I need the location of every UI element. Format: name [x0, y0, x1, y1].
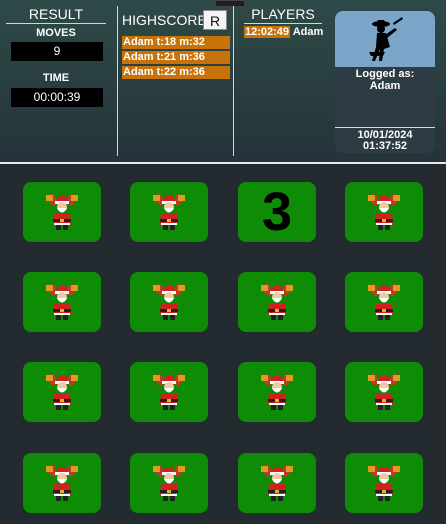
moves-value: 9 [11, 42, 103, 61]
card-number: 3 [238, 182, 316, 242]
memory-card[interactable] [238, 453, 316, 513]
santa-icon [368, 194, 400, 230]
memory-card[interactable] [23, 272, 101, 332]
login-time: 01:37:52 [362, 140, 408, 152]
memory-card[interactable] [130, 272, 208, 332]
revealed-card[interactable]: 3 [238, 182, 316, 242]
login-date: 10/01/2024 [335, 127, 435, 141]
memory-card[interactable] [23, 453, 101, 513]
memory-card[interactable] [345, 453, 423, 513]
santa-icon [261, 465, 293, 501]
memory-card[interactable] [238, 362, 316, 422]
santa-icon [46, 194, 78, 230]
santa-icon [46, 284, 78, 320]
memory-card[interactable] [345, 362, 423, 422]
player-time: 12:02:49 [244, 26, 291, 38]
result-title: RESULT [6, 6, 106, 24]
santa-icon [46, 374, 78, 410]
divider [0, 162, 446, 164]
santa-icon [153, 374, 185, 410]
logged-as-label: Logged as: [355, 68, 415, 80]
memory-card[interactable] [345, 272, 423, 332]
memory-card[interactable] [130, 182, 208, 242]
santa-icon [261, 284, 293, 320]
highscore-entry: Adam t:18 m:32 [122, 36, 230, 49]
memory-card[interactable] [23, 182, 101, 242]
separator [233, 6, 234, 156]
logged-user: Adam [369, 80, 401, 92]
time-value: 00:00:39 [11, 88, 103, 107]
player-entry: 12:02:49 Adam [244, 26, 323, 38]
santa-icon [368, 374, 400, 410]
highscore-entry: Adam t:22 m:36 [122, 66, 230, 79]
separator [117, 6, 118, 156]
time-label: TIME [42, 72, 70, 84]
santa-icon [368, 284, 400, 320]
highscore-list: Adam t:18 m:32 Adam t:21 m:36 Adam t:22 … [122, 36, 230, 81]
highscore-entry: Adam t:21 m:36 [122, 51, 230, 64]
santa-icon [261, 374, 293, 410]
memory-card[interactable] [23, 362, 101, 422]
login-card: Logged as: Adam 10/01/2024 01:37:52 [335, 11, 435, 153]
memory-card[interactable] [345, 182, 423, 242]
santa-icon [368, 465, 400, 501]
players-title: PLAYERS [244, 6, 322, 24]
avatar [335, 11, 435, 67]
memory-card[interactable] [130, 362, 208, 422]
santa-icon [153, 465, 185, 501]
memory-card[interactable] [238, 272, 316, 332]
moves-label: MOVES [36, 27, 76, 39]
santa-icon [153, 284, 185, 320]
memory-card[interactable] [130, 453, 208, 513]
santa-icon [46, 465, 78, 501]
highscore-title: HIGHSCORE [122, 12, 207, 28]
top-handle[interactable] [215, 0, 245, 7]
player-name: Adam [292, 26, 324, 38]
santa-icon [153, 194, 185, 230]
reset-highscore-button[interactable]: R [203, 10, 227, 30]
pirate-icon [369, 17, 403, 61]
